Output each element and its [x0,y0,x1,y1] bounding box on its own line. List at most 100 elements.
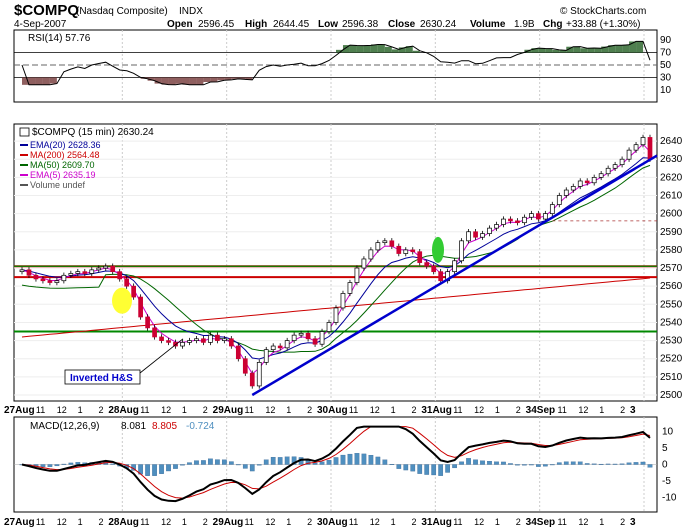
rsi-overbought-fill [377,44,385,53]
x-tick-label: 27Aug [4,405,35,416]
macd-histogram-bar [591,463,597,465]
high-value: 2644.45 [273,19,310,30]
price-y-tick: 2550 [660,299,683,310]
price-y-tick: 2610 [660,190,683,201]
x-tick-label: 3 [630,517,636,528]
candle-body [403,249,409,254]
rsi-tick: 30 [660,72,672,83]
annotation-text: Inverted H&S [70,373,133,384]
x-tick-label: 12 [578,517,588,527]
candle-body [563,189,569,196]
macd-histogram-bar [333,457,339,465]
macd-y-tick: -5 [662,476,671,487]
rsi-tick: 90 [660,35,672,46]
header-date: 4-Sep-2007 [14,19,67,30]
macd-histogram-bar [501,461,506,465]
legend-entry: MA(50) 2609.70 [30,160,95,170]
x-tick-label: 12 [474,517,484,527]
macd-histogram-bar [410,464,416,472]
rsi-oversold-fill [35,77,43,85]
macd-histogram-bar [389,464,395,465]
symbol-name: (Nasdaq Composite) [76,6,168,17]
price-y-tick: 2630 [660,154,683,165]
candle-body [619,158,625,165]
legend-entry: EMA(20) 2628.36 [30,140,101,150]
candle-body [515,220,520,224]
x-tick-label: 30Aug [317,517,348,528]
macd-histogram-bar [626,462,632,465]
candle-body [256,362,262,387]
candle-body [389,240,395,247]
rsi-overbought-fill [552,49,560,53]
macd-histogram-bar [382,459,388,465]
candle-body [473,231,478,238]
x-tick-label: 2 [203,405,208,415]
price-y-tick: 2600 [660,209,683,220]
x-tick-label: 12 [578,405,588,415]
x-tick-label: 34Sep [526,405,555,416]
x-tick-label: 2 [620,405,625,415]
rsi-overbought-fill [538,48,546,53]
macd-histogram-bar [633,462,639,465]
macd-histogram-bar [542,464,548,467]
legend-entry: EMA(5) 2635.19 [30,170,96,180]
price-y-tick: 2620 [660,172,683,183]
candle-body [347,282,353,294]
x-tick-label: 28Aug [108,517,139,528]
x-tick-label: 12 [265,517,275,527]
candle-body [487,227,492,234]
x-tick-label: 1 [495,517,500,527]
candle-body [284,340,290,349]
x-tick-label: 2 [411,405,416,415]
x-tick-label: 30Aug [317,405,348,416]
x-tick-label: 1 [78,517,83,527]
macd-histogram-bar [403,464,409,471]
x-tick-label: 12 [57,405,67,415]
macd-histogram-bar [54,464,60,467]
price-y-tick: 2590 [660,227,683,238]
candle-body [626,149,632,160]
candle-body [633,144,639,151]
candle-body [640,137,646,146]
candle-body [166,340,171,343]
macd-histogram-bar [222,459,227,465]
macd-histogram-bar [494,461,499,465]
macd-histogram-bar [110,463,116,465]
price-panel [13,123,658,402]
macd-histogram-bar [577,461,583,465]
macd-histogram-bar [459,461,464,465]
macd-histogram-bar [549,464,555,466]
candle-body [312,338,318,345]
x-tick-label: 2 [98,405,103,415]
macd-histogram-bar [277,457,283,465]
open-value: 2596.45 [198,19,235,30]
macd-histogram-bar [508,463,513,465]
x-tick-label: 3 [630,405,636,416]
candle-body [501,218,506,225]
candle-body [459,240,464,262]
macd-histogram-bar [536,464,541,467]
rsi-overbought-fill [349,45,357,53]
stock-chart: $COMPQ (Nasdaq Composite) INDX © StockCh… [4,2,683,528]
candle-body [208,334,213,343]
candle-body [222,338,227,341]
candle-body [263,349,269,363]
x-tick-label: 2 [98,517,103,527]
macd-histogram-bar [529,464,534,466]
macd-histogram-bar [515,464,520,466]
legend-entry: Volume undef [30,180,86,190]
candle-body [396,245,402,254]
hist-value: -0.724 [186,421,215,432]
candle-body [361,258,367,269]
macd-y-tick: 0 [662,460,668,471]
x-tick-label: 2 [307,405,312,415]
macd-histogram-bar [40,464,46,467]
candle-body [89,269,95,274]
price-y-tick: 2500 [660,390,683,401]
rsi-overbought-fill [636,41,644,53]
candle-body [201,338,206,343]
x-tick-label: 27Aug [4,517,35,528]
rsi-overbought-fill [391,49,399,53]
macd-histogram-bar [556,462,562,465]
yellow-highlight [112,287,132,314]
